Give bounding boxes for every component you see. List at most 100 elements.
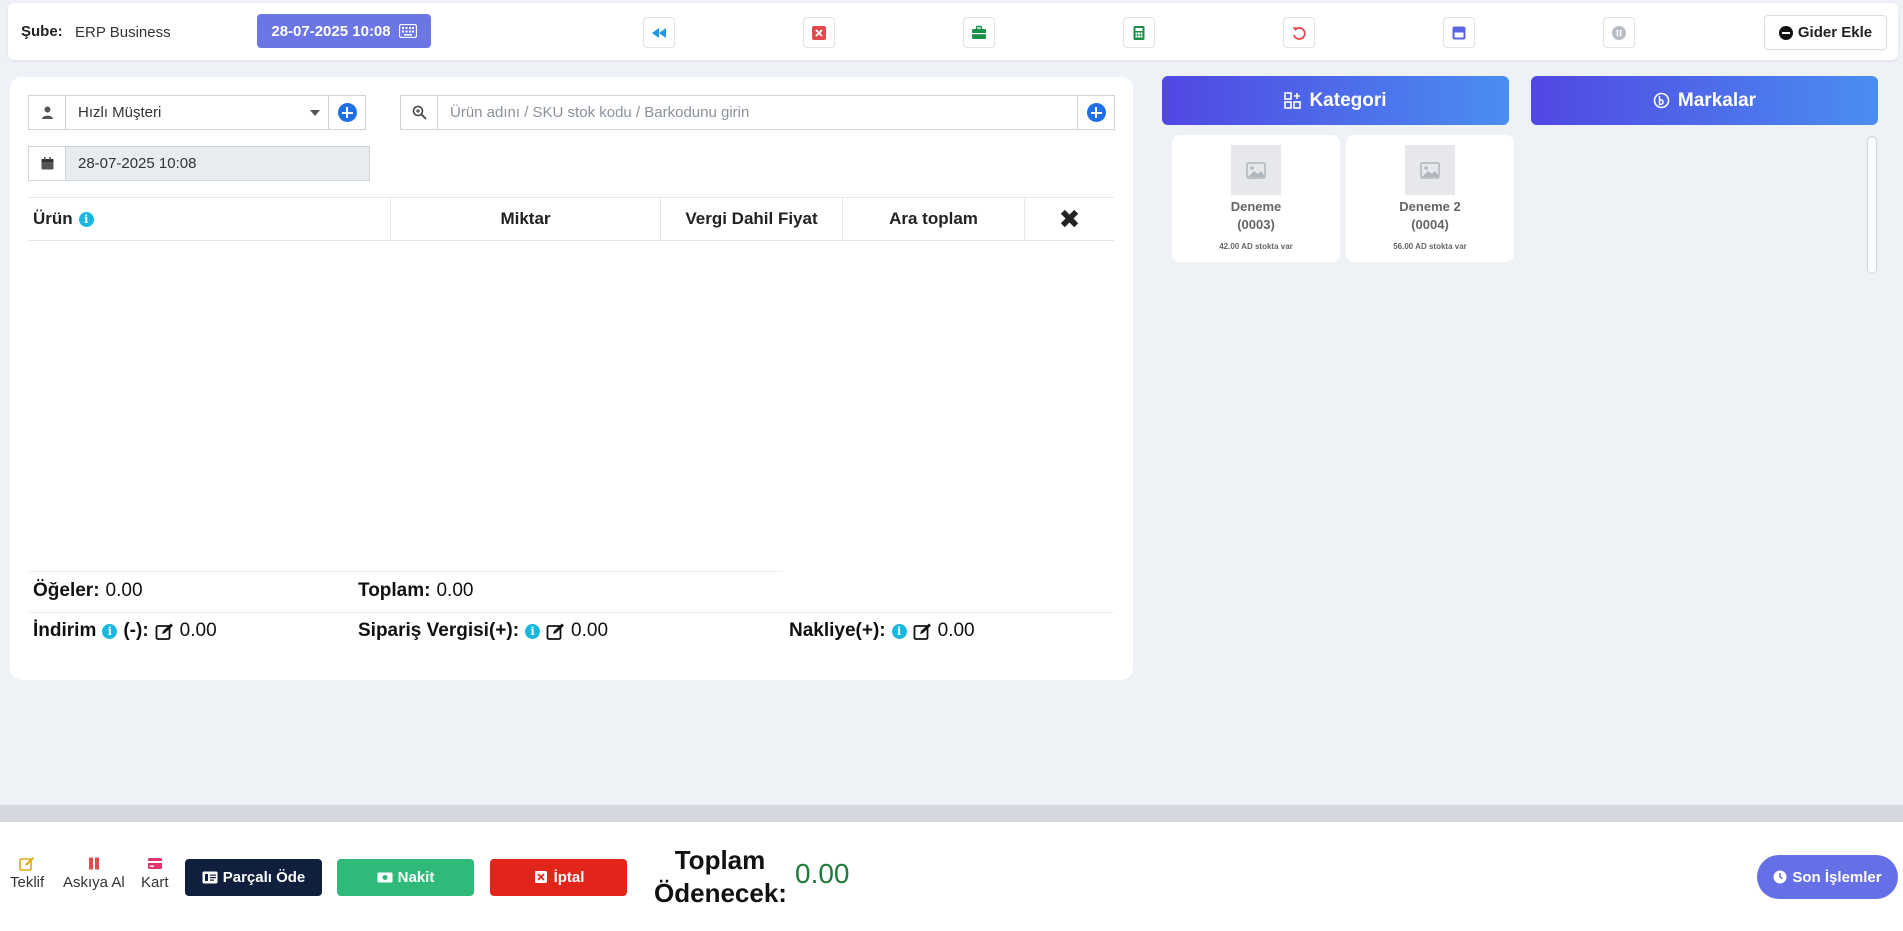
product-list-scrollbar[interactable]	[1867, 136, 1877, 274]
window-button[interactable]	[1443, 17, 1475, 48]
calendar-icon	[41, 157, 53, 170]
clear-cart-button[interactable]	[803, 17, 835, 48]
card-button[interactable]: Kart	[141, 856, 169, 891]
undo-button[interactable]	[1283, 17, 1315, 48]
split-pay-label: Parçalı Öde	[222, 869, 306, 886]
payable-total-line2: Ödenecek:	[654, 878, 787, 908]
pause-icon	[88, 857, 99, 870]
cart-table-header: Ürün i Miktar Vergi Dahil Fiyat Ara topl…	[28, 197, 1114, 241]
card-label: Kart	[141, 874, 169, 891]
briefcase-icon	[972, 25, 986, 39]
edit-icon	[19, 857, 35, 871]
cancel-label: İptal	[553, 869, 585, 886]
add-expense-button[interactable]: Gider Ekle	[1764, 15, 1887, 50]
order-tax-label: Sipariş Vergisi(+):	[358, 620, 520, 641]
shipping-label: Nakliye(+):	[789, 620, 886, 641]
close-square-icon	[534, 871, 547, 883]
divider	[28, 571, 783, 572]
product-stock: 56.00 AD stokta var	[1393, 242, 1467, 251]
close-icon: ✖	[1058, 203, 1081, 234]
edit-icon[interactable]	[913, 622, 932, 641]
plus-circle-icon	[337, 103, 357, 122]
quote-label: Teklif	[10, 874, 45, 891]
product-search-group: Ürün adını / SKU stok kodu / Barkodunu g…	[400, 95, 1115, 130]
hold-button[interactable]: Askıya Al	[63, 856, 125, 891]
search-icon	[412, 105, 427, 120]
column-product: Ürün i	[28, 198, 391, 240]
top-toolbar: Şube: ERP Business 28-07-2025 10:08 Gide…	[8, 3, 1898, 60]
discount-label: İndirim	[33, 620, 97, 641]
rewind-button[interactable]	[643, 17, 675, 48]
receipt-icon	[202, 871, 218, 884]
rewind-icon	[652, 27, 666, 38]
add-customer-button[interactable]	[328, 96, 365, 129]
items-count: Öğeler: 0.00	[33, 580, 143, 602]
product-code: (0004)	[1411, 217, 1449, 232]
shipping-row: Nakliye(+): i 0.00	[789, 620, 975, 642]
sale-date-field[interactable]: 28-07-2025 10:08	[66, 147, 369, 180]
discount-suffix: (-):	[123, 620, 149, 641]
datetime-text: 28-07-2025 10:08	[271, 22, 391, 40]
order-tax-value: 0.00	[571, 620, 609, 641]
total-value: 0.00	[436, 580, 474, 601]
product-search-placeholder: Ürün adını / SKU stok kodu / Barkodunu g…	[450, 104, 750, 121]
pause-button[interactable]	[1603, 17, 1635, 48]
recent-transactions-button[interactable]: Son İşlemler	[1757, 855, 1898, 899]
info-icon[interactable]: i	[525, 623, 541, 639]
category-grid-icon	[1284, 92, 1302, 109]
edit-icon[interactable]	[546, 622, 565, 641]
edit-icon[interactable]	[155, 622, 174, 641]
shipping-value: 0.00	[937, 620, 975, 641]
product-card[interactable]: Deneme (0003) 42.00 AD stokta var	[1172, 135, 1340, 262]
cash-button[interactable]: Nakit	[337, 859, 474, 896]
column-quantity: Miktar	[391, 198, 661, 240]
undo-icon	[1292, 26, 1306, 40]
items-value: 0.00	[105, 580, 143, 601]
search-icon-addon	[401, 96, 438, 129]
footer-bar: Teklif Askıya Al Kart Parçalı Öde Nakit …	[0, 822, 1903, 931]
info-icon[interactable]: i	[102, 623, 118, 639]
product-card[interactable]: Deneme 2 (0004) 56.00 AD stokta var	[1346, 135, 1514, 262]
window-icon	[1452, 26, 1466, 39]
user-icon	[41, 106, 53, 119]
split-pay-button[interactable]: Parçalı Öde	[185, 859, 322, 896]
add-product-button[interactable]	[1077, 96, 1114, 129]
credit-card-icon	[147, 858, 162, 869]
datetime-button[interactable]: 28-07-2025 10:08	[257, 14, 431, 48]
brands-button[interactable]: Markalar	[1531, 76, 1878, 125]
product-search-input[interactable]: Ürün adını / SKU stok kodu / Barkodunu g…	[438, 96, 1077, 129]
customer-select-group: Hızlı Müşteri	[28, 95, 366, 130]
info-icon[interactable]: i	[891, 623, 907, 639]
calculator-button[interactable]	[1123, 17, 1155, 48]
register-button[interactable]	[963, 17, 995, 48]
customer-select[interactable]: Hızlı Müşteri	[66, 96, 328, 129]
money-icon	[377, 872, 393, 883]
customer-selected-value: Hızlı Müşteri	[78, 104, 162, 121]
product-name: Deneme	[1230, 199, 1282, 214]
user-icon-addon	[29, 96, 66, 129]
discount-row: İndirim i (-): 0.00	[33, 620, 217, 642]
calendar-icon-addon	[29, 147, 66, 180]
category-label: Kategori	[1309, 89, 1387, 111]
product-name: Deneme 2	[1399, 199, 1461, 214]
total-label: Toplam:	[358, 580, 431, 601]
keyboard-icon	[398, 24, 417, 38]
pause-icon	[1612, 25, 1626, 40]
total-sum: Toplam: 0.00	[358, 580, 473, 602]
discount-value: 0.00	[179, 620, 217, 641]
product-stock: 42.00 AD stokta var	[1219, 242, 1293, 251]
close-square-icon	[812, 25, 826, 40]
add-expense-label: Gider Ekle	[1797, 24, 1873, 41]
plus-circle-icon	[1086, 103, 1106, 122]
quote-button[interactable]: Teklif	[10, 856, 44, 891]
cancel-button[interactable]: İptal	[490, 859, 627, 896]
clock-icon	[1773, 870, 1787, 884]
sale-date-value: 28-07-2025 10:08	[78, 155, 197, 172]
order-tax-row: Sipariş Vergisi(+): i 0.00	[358, 620, 608, 642]
clear-all-button[interactable]: ✖	[1025, 198, 1114, 240]
category-button[interactable]: Kategori	[1162, 76, 1509, 125]
minus-circle-icon	[1778, 25, 1793, 40]
calculator-icon	[1133, 25, 1145, 40]
branch-label: Şube:	[21, 23, 63, 40]
info-icon[interactable]: i	[78, 211, 94, 227]
